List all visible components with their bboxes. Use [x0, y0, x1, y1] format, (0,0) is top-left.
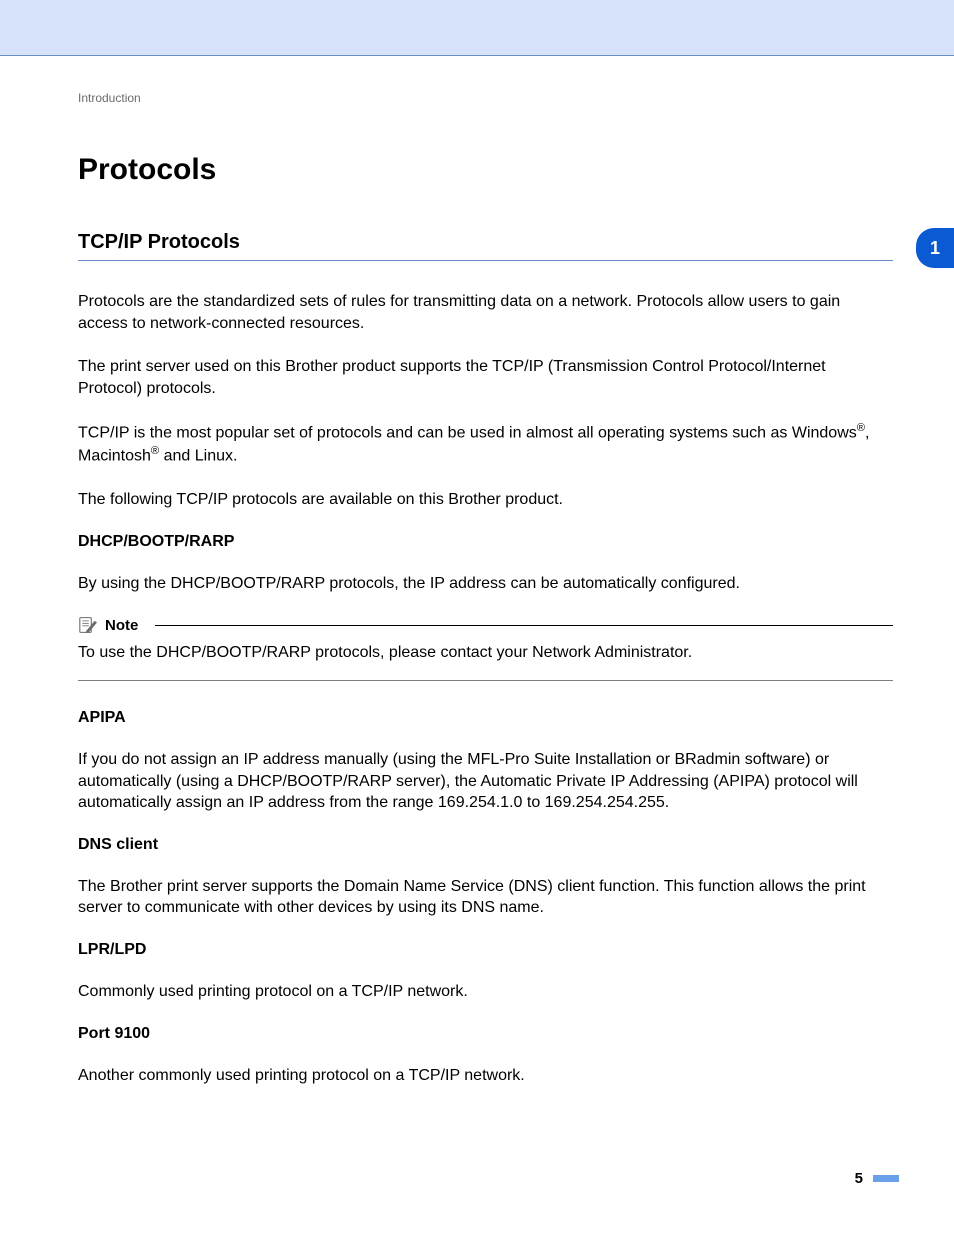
os-prefix: TCP/IP is the most popular set of protoc… [78, 425, 857, 442]
intro-para-os: TCP/IP is the most popular set of protoc… [78, 421, 893, 467]
note-top-rule [155, 625, 893, 626]
body-apipa: If you do not assign an IP address manua… [78, 749, 893, 814]
heading-dns: DNS client [78, 836, 893, 854]
note-label: Note [105, 617, 148, 634]
body-dns: The Brother print server supports the Do… [78, 876, 893, 919]
page-content: Introduction Protocols TCP/IP Protocols … [0, 56, 954, 1086]
page-number: 5 [855, 1170, 863, 1187]
intro-para-1: Protocols are the standardized sets of r… [78, 291, 893, 334]
header-band [0, 0, 954, 56]
body-port9100: Another commonly used printing protocol … [78, 1065, 893, 1087]
registered-mark: ® [151, 445, 159, 457]
note-icon [78, 616, 98, 634]
breadcrumb: Introduction [78, 91, 893, 105]
section-rule [78, 260, 893, 261]
os-suffix: and Linux. [159, 448, 237, 465]
heading-port9100: Port 9100 [78, 1025, 893, 1043]
note-body: To use the DHCP/BOOTP/RARP protocols, pl… [78, 642, 893, 664]
note-bottom-rule [78, 680, 893, 681]
heading-lpr: LPR/LPD [78, 941, 893, 959]
intro-para-2: The print server used on this Brother pr… [78, 356, 893, 399]
body-lpr: Commonly used printing protocol on a TCP… [78, 981, 893, 1003]
page-footer: 5 [855, 1170, 899, 1187]
intro-para-4: The following TCP/IP protocols are avail… [78, 489, 893, 511]
heading-apipa: APIPA [78, 709, 893, 727]
page-marker [873, 1175, 899, 1182]
section-title-tcpip: TCP/IP Protocols [78, 231, 893, 254]
note-block: Note To use the DHCP/BOOTP/RARP protocol… [78, 616, 893, 681]
registered-mark: ® [857, 422, 865, 434]
heading-dhcp: DHCP/BOOTP/RARP [78, 533, 893, 551]
page-title: Protocols [78, 153, 893, 187]
body-dhcp: By using the DHCP/BOOTP/RARP protocols, … [78, 573, 893, 595]
